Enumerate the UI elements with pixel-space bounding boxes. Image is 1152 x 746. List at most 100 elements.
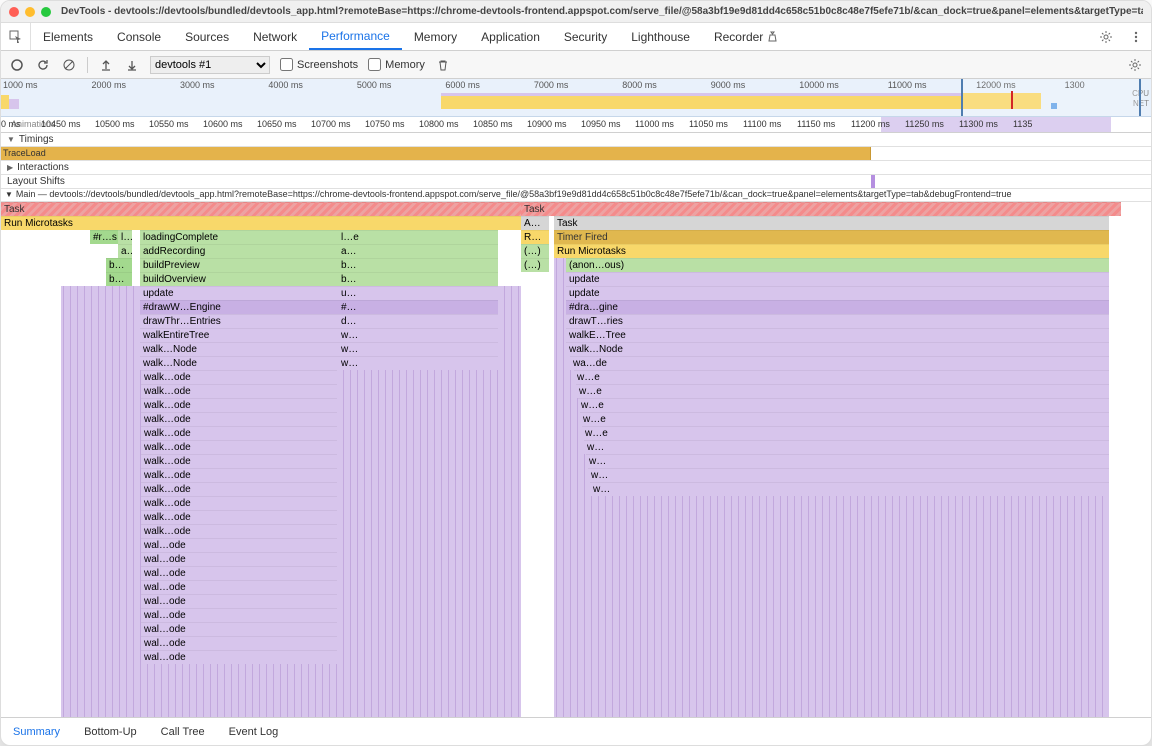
flame-entry[interactable]: buildPreview [140, 258, 338, 272]
settings-icon[interactable] [1091, 23, 1121, 50]
flame-entry[interactable]: walkEntireTree [140, 328, 338, 342]
flame-entry[interactable]: wal…ode [141, 650, 337, 664]
tab-elements[interactable]: Elements [31, 23, 105, 50]
flame-entry[interactable]: wal…ode [141, 580, 337, 594]
flame-entry[interactable]: w…e [578, 398, 1109, 412]
flame-task[interactable]: Task [1, 202, 521, 216]
flame-entry[interactable]: #r…s [90, 230, 118, 244]
flame-entry[interactable]: a… [118, 244, 132, 258]
tab-security[interactable]: Security [552, 23, 619, 50]
flame-entry[interactable]: walk…ode [141, 510, 337, 524]
flame-entry[interactable]: d… [338, 314, 498, 328]
capture-settings-icon[interactable] [1127, 57, 1143, 73]
flame-entry[interactable]: walk…ode [141, 384, 337, 398]
timings-header[interactable]: ▼Timings [1, 133, 1151, 147]
flame-entry[interactable]: (…) [521, 258, 549, 272]
flame-entry[interactable]: w… [338, 328, 498, 342]
memory-checkbox[interactable]: Memory [368, 58, 425, 71]
flame-entry[interactable]: #drawW…Engine [140, 300, 338, 314]
flame-entry[interactable]: R… [521, 230, 549, 244]
timeline-overview[interactable]: 1000 ms2000 ms3000 ms4000 ms5000 ms6000 … [1, 79, 1151, 117]
flame-entry[interactable]: addRecording [140, 244, 338, 258]
flame-entry[interactable]: walk…ode [141, 454, 337, 468]
flame-entry[interactable]: w… [338, 356, 498, 370]
flame-entry[interactable]: w…e [580, 412, 1109, 426]
flame-entry[interactable]: l…e [338, 230, 498, 244]
flame-entry[interactable]: w… [338, 342, 498, 356]
flame-entry[interactable]: (…) [521, 244, 549, 258]
flame-entry[interactable]: (anon…ous) [566, 258, 1109, 272]
tab-recorder[interactable]: Recorder [702, 23, 791, 50]
flame-entry[interactable]: walk…Node [140, 356, 338, 370]
flame-entry[interactable]: l… [118, 230, 132, 244]
flame-entry[interactable]: wal…ode [141, 622, 337, 636]
flame-entry[interactable]: w…e [574, 370, 1109, 384]
maximize-icon[interactable] [41, 7, 51, 17]
flame-entry[interactable]: wal…ode [141, 552, 337, 566]
record-icon[interactable] [9, 57, 25, 73]
btab-bottomup[interactable]: Bottom-Up [72, 726, 149, 738]
btab-calltree[interactable]: Call Tree [149, 726, 217, 738]
flame-entry[interactable]: loadingComplete [140, 230, 338, 244]
flame-entry[interactable]: w… [586, 454, 1109, 468]
flame-entry[interactable]: update [566, 272, 1109, 286]
flame-entry[interactable]: w…e [576, 384, 1109, 398]
screenshots-checkbox[interactable]: Screenshots [280, 58, 358, 71]
context-select[interactable]: devtools #1 [150, 56, 270, 74]
close-icon[interactable] [9, 7, 19, 17]
flame-entry[interactable]: w… [590, 482, 1109, 496]
flame-entry[interactable]: b… [338, 258, 498, 272]
tab-lighthouse[interactable]: Lighthouse [619, 23, 702, 50]
flame-entry[interactable]: #dra…gine [566, 300, 1109, 314]
layoutshifts-header[interactable]: Layout Shifts [1, 175, 1151, 189]
reload-icon[interactable] [35, 57, 51, 73]
flame-entry[interactable]: walk…ode [141, 496, 337, 510]
flame-entry[interactable]: u… [338, 286, 498, 300]
tab-application[interactable]: Application [469, 23, 552, 50]
tab-performance[interactable]: Performance [309, 23, 402, 50]
flame-entry[interactable]: wal…ode [141, 538, 337, 552]
flame-run-microtasks[interactable]: Run Microtasks [1, 216, 521, 230]
clear-icon[interactable] [61, 57, 77, 73]
flame-entry[interactable]: walk…ode [141, 524, 337, 538]
flame-entry[interactable]: buildOverview [140, 272, 338, 286]
flame-entry[interactable]: walk…ode [141, 468, 337, 482]
flame-entry[interactable]: #… [338, 300, 498, 314]
flame-entry[interactable]: drawT…ries [566, 314, 1109, 328]
upload-icon[interactable] [98, 57, 114, 73]
flame-entry[interactable]: wal…ode [141, 608, 337, 622]
trash-icon[interactable] [435, 57, 451, 73]
traceload-track[interactable]: TraceLoad [1, 147, 1151, 161]
flame-entry[interactable]: wal…ode [141, 594, 337, 608]
flame-chart[interactable]: Task Run Microtasks Task #r…sl…loadingCo… [1, 202, 1151, 717]
tab-console[interactable]: Console [105, 23, 173, 50]
tab-network[interactable]: Network [241, 23, 309, 50]
flame-entry[interactable]: walk…Node [140, 342, 338, 356]
interactions-header[interactable]: ▶Interactions [1, 161, 1151, 175]
minimize-icon[interactable] [25, 7, 35, 17]
flame-entry[interactable]: A… [521, 216, 549, 230]
timeline-ruler[interactable]: Animations 0 ms10450 ms10500 ms10550 ms1… [1, 117, 1151, 133]
flame-entry[interactable]: update [140, 286, 338, 300]
flame-entry[interactable]: walk…ode [141, 370, 337, 384]
download-icon[interactable] [124, 57, 140, 73]
flame-entry[interactable]: Timer Fired [554, 230, 1109, 244]
flame-entry[interactable]: walkE…Tree [566, 328, 1109, 342]
flame-entry[interactable]: walk…ode [141, 398, 337, 412]
btab-eventlog[interactable]: Event Log [217, 726, 291, 738]
flame-entry[interactable]: walk…ode [141, 426, 337, 440]
layout-shift-marker[interactable] [871, 175, 875, 188]
flame-entry[interactable]: drawThr…Entries [140, 314, 338, 328]
flame-entry[interactable]: wal…ode [141, 566, 337, 580]
flame-entry[interactable]: b… [338, 272, 498, 286]
flame-entry[interactable]: wa…de [570, 356, 1109, 370]
main-thread-header[interactable]: ▼Main — devtools://devtools/bundled/devt… [1, 189, 1151, 202]
flame-entry[interactable]: w…e [582, 426, 1109, 440]
flame-entry[interactable]: update [566, 286, 1109, 300]
flame-entry[interactable]: walk…Node [566, 342, 1109, 356]
flame-entry[interactable]: walk…ode [141, 440, 337, 454]
flame-entry[interactable]: walk…ode [141, 482, 337, 496]
tab-sources[interactable]: Sources [173, 23, 241, 50]
overview-window-handle[interactable] [961, 79, 1141, 116]
flame-entry[interactable]: wal…ode [141, 636, 337, 650]
